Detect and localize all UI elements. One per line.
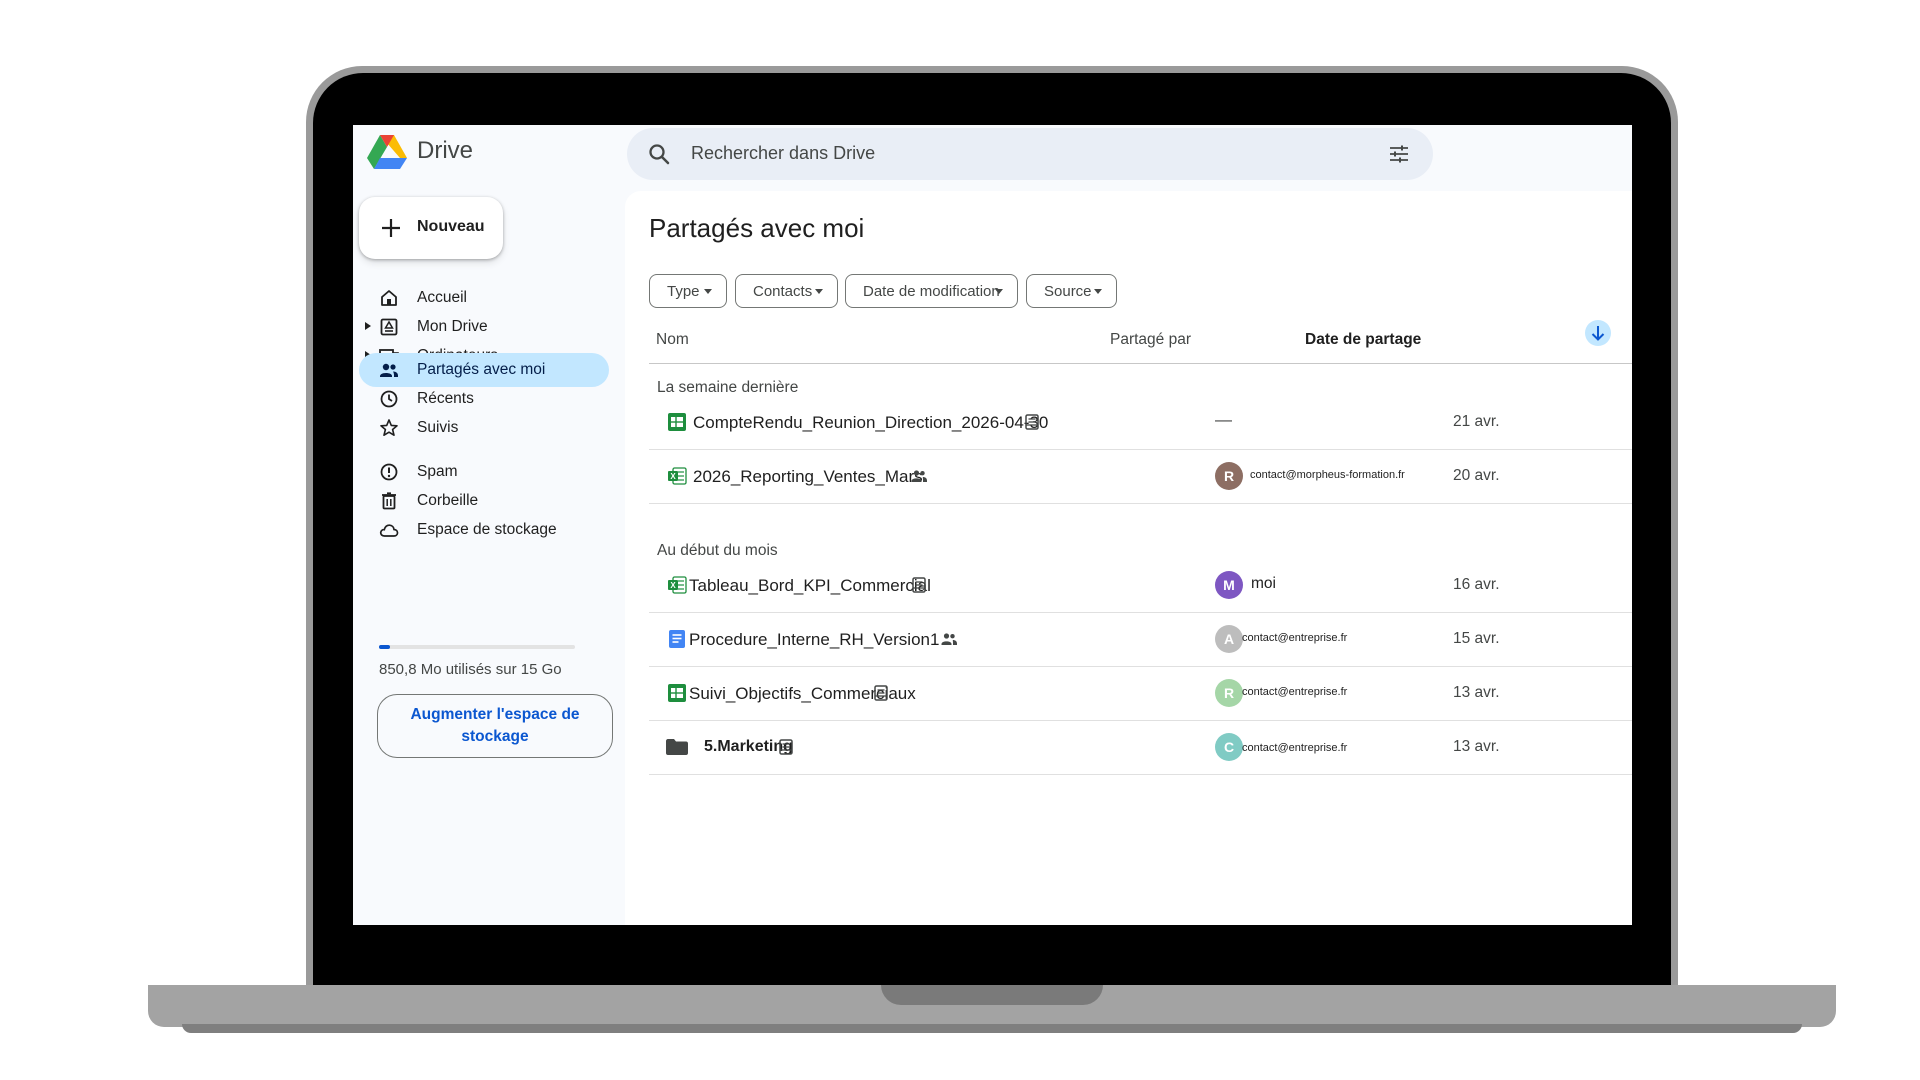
filter-label: Contacts <box>753 283 813 300</box>
file-name[interactable]: CompteRendu_Reunion_Direction_2026-04-30 <box>693 413 1048 433</box>
app-name: Drive <box>417 137 474 164</box>
column-header-share-date[interactable]: Date de partage <box>1305 331 1421 349</box>
my-drive-icon <box>380 318 398 336</box>
share-date: 21 avr. <box>1453 413 1500 430</box>
sidebar-item-label: Accueil <box>417 289 467 306</box>
search-options-icon[interactable] <box>1387 142 1411 166</box>
drive-logo[interactable]: Drive <box>367 133 473 169</box>
excel-file-icon: X <box>668 467 687 485</box>
arrow-down-icon <box>1591 326 1605 341</box>
search-input[interactable]: Rechercher dans Drive <box>691 143 875 164</box>
filter-date-modification[interactable]: Date de modification <box>845 274 1018 308</box>
dropdown-arrow-icon <box>995 289 1003 294</box>
star-icon <box>380 419 398 437</box>
spam-icon <box>380 463 398 481</box>
drive-window: Drive Rechercher dans Drive Nouveau Accu… <box>353 125 1632 925</box>
search-bar[interactable]: Rechercher dans Drive <box>627 128 1433 180</box>
header-divider <box>649 363 1632 364</box>
offline-available-icon <box>779 739 793 755</box>
sidebar-item-suivis[interactable]: Suivis <box>359 411 609 445</box>
storage-used-text: 850,8 Mo utilisés sur 15 Go <box>379 661 562 678</box>
file-row[interactable]: CompteRendu_Reunion_Direction_2026-04-30… <box>649 395 1632 450</box>
avatar[interactable]: C <box>1215 733 1243 761</box>
expand-caret-icon[interactable] <box>364 321 372 331</box>
excel-file-icon: X <box>668 576 687 594</box>
main-panel: Partagés avec moi Type Contacts Date de … <box>625 191 1632 925</box>
share-date: 20 avr. <box>1453 467 1500 484</box>
laptop-base-shadow <box>182 1024 1802 1033</box>
dropdown-arrow-icon <box>815 289 823 294</box>
share-date: 13 avr. <box>1453 684 1500 701</box>
offline-available-icon <box>912 577 926 593</box>
sidebar-item-label: Suivis <box>417 419 459 436</box>
file-name[interactable]: Procedure_Interne_RH_Version1 <box>689 630 939 650</box>
upgrade-storage-button[interactable]: Augmenter l'espace de stockage <box>377 694 613 758</box>
shared-people-icon <box>941 633 957 645</box>
shared-by: contact@morpheus-formation.fr <box>1250 469 1405 481</box>
page-title: Partagés avec moi <box>649 213 865 243</box>
filter-label: Date de modification <box>863 283 1000 300</box>
avatar[interactable]: R <box>1215 462 1243 490</box>
file-row[interactable]: X 2026_Reporting_Ventes_Mars R contact@m… <box>649 449 1632 504</box>
folder-icon <box>666 739 688 755</box>
sidebar-item-label: Récents <box>417 390 474 407</box>
dropdown-arrow-icon <box>704 289 712 294</box>
avatar[interactable]: A <box>1215 625 1243 653</box>
sheets-file-icon <box>668 684 686 702</box>
file-row[interactable]: 5.Marketing C contact@entreprise.fr 13 a… <box>649 720 1632 775</box>
cloud-icon <box>379 524 399 537</box>
svg-text:X: X <box>670 472 676 481</box>
home-icon <box>381 290 397 306</box>
shared-by: contact@entreprise.fr <box>1242 632 1348 644</box>
sheets-file-icon <box>668 413 686 431</box>
file-name[interactable]: 2026_Reporting_Ventes_Mars <box>693 467 923 487</box>
column-header-shared-by[interactable]: Partagé par <box>1110 331 1191 349</box>
clock-icon <box>380 390 398 408</box>
filter-label: Type <box>667 283 700 300</box>
shared-people-icon <box>911 470 927 482</box>
offline-available-icon <box>1025 414 1039 430</box>
drive-logo-icon <box>367 135 407 169</box>
offline-available-icon <box>874 685 888 701</box>
laptop-notch <box>881 985 1103 1005</box>
filter-type[interactable]: Type <box>649 274 727 308</box>
sidebar-item-label: Corbeille <box>417 492 479 509</box>
sidebar-item-espace-de-stockage[interactable]: Espace de stockage <box>359 513 609 547</box>
shared-by: contact@entreprise.fr <box>1242 742 1348 754</box>
sort-descending-button[interactable] <box>1585 320 1611 346</box>
dropdown-arrow-icon <box>1094 289 1102 294</box>
shared-by: contact@entreprise.fr <box>1242 686 1348 698</box>
filter-label: Source <box>1044 283 1092 300</box>
plus-icon <box>382 219 400 237</box>
file-row[interactable]: Procedure_Interne_RH_Version1 A contact@… <box>649 612 1632 667</box>
storage-bar <box>379 645 575 649</box>
sidebar-item-label: Mon Drive <box>417 318 488 335</box>
trash-icon <box>382 492 396 510</box>
sidebar-item-label: Partagés avec moi <box>417 361 546 378</box>
file-name[interactable]: Tableau_Bord_KPI_Commercial <box>689 576 931 596</box>
share-date: 15 avr. <box>1453 630 1500 647</box>
shared-by: moi <box>1251 575 1276 592</box>
file-row[interactable]: Suivi_Objectifs_Commerciaux R contact@en… <box>649 666 1632 721</box>
filter-contacts[interactable]: Contacts <box>735 274 838 308</box>
file-row[interactable]: X Tableau_Bord_KPI_Commercial M moi 16 a… <box>649 558 1632 613</box>
avatar[interactable]: R <box>1215 679 1243 707</box>
svg-text:X: X <box>670 581 676 590</box>
column-header-name[interactable]: Nom <box>656 331 689 349</box>
shared-by-empty: — <box>1215 410 1232 429</box>
new-button-label: Nouveau <box>417 218 485 235</box>
shared-icon <box>380 363 398 377</box>
docs-file-icon <box>669 630 685 648</box>
sidebar-item-label: Espace de stockage <box>417 521 557 538</box>
share-date: 13 avr. <box>1453 738 1500 755</box>
avatar[interactable]: M <box>1215 571 1243 599</box>
search-icon[interactable] <box>647 142 671 166</box>
new-button[interactable]: Nouveau <box>359 197 503 259</box>
share-date: 16 avr. <box>1453 576 1500 593</box>
filter-source[interactable]: Source <box>1026 274 1117 308</box>
storage-fill <box>379 645 390 649</box>
sidebar-item-label: Spam <box>417 463 458 480</box>
